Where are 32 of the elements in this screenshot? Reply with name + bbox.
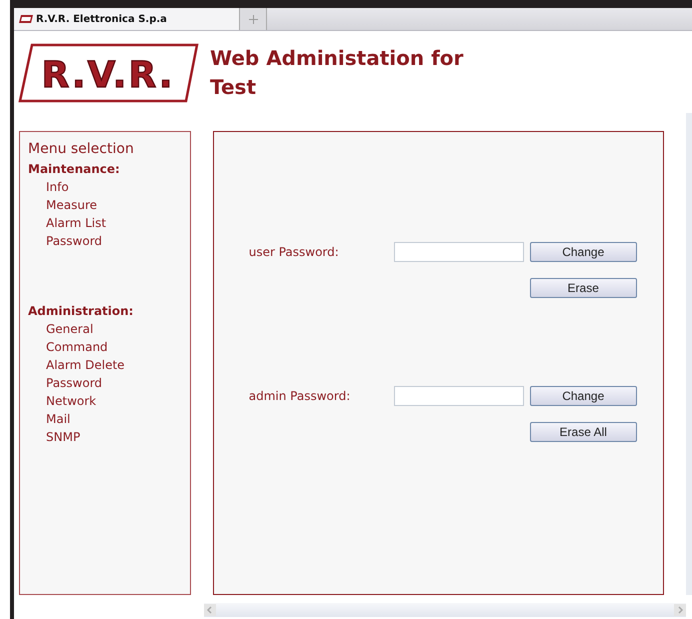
page-title: Test (210, 74, 258, 100)
menu-item[interactable]: General (28, 320, 190, 338)
password-field[interactable] (394, 386, 524, 406)
plus-icon (248, 14, 258, 24)
menu-heading: Administration: (28, 304, 134, 318)
browser-tab[interactable]: R.V.R. Elettronica S.p.a (14, 8, 240, 30)
menu-item[interactable]: Network (28, 392, 190, 410)
menu-item[interactable]: Info (28, 178, 190, 196)
menu-item[interactable]: SNMP (28, 428, 190, 446)
scroll-left-icon[interactable] (204, 604, 216, 616)
erase-button[interactable]: Erase All (530, 422, 637, 442)
password-field[interactable] (394, 242, 524, 262)
menu-item[interactable]: Measure (28, 196, 190, 214)
change-button[interactable]: Change (530, 386, 637, 406)
horizontal-scrollbar[interactable] (204, 603, 686, 617)
scroll-right-icon[interactable] (674, 604, 686, 616)
field-label: admin Password: (248, 389, 352, 403)
erase-button[interactable]: Erase (530, 278, 637, 298)
menu-heading: Maintenance: (28, 162, 121, 176)
logo: R.V.R. (18, 42, 200, 102)
page-title: Web Administation for (210, 44, 464, 72)
menu-item[interactable]: Command (28, 338, 190, 356)
menu-item[interactable]: Mail (28, 410, 190, 428)
new-tab-button[interactable] (240, 8, 267, 30)
field-label: user Password: (248, 245, 340, 259)
logo-icon (19, 15, 33, 23)
sidebar-title: Menu selection (28, 141, 135, 157)
change-button[interactable]: Change (530, 242, 637, 262)
menu-item[interactable]: Alarm List (28, 214, 190, 232)
menu-item[interactable]: Password (28, 232, 190, 250)
menu-item[interactable]: Alarm Delete (28, 356, 190, 374)
menu-item[interactable]: Password (28, 374, 190, 392)
